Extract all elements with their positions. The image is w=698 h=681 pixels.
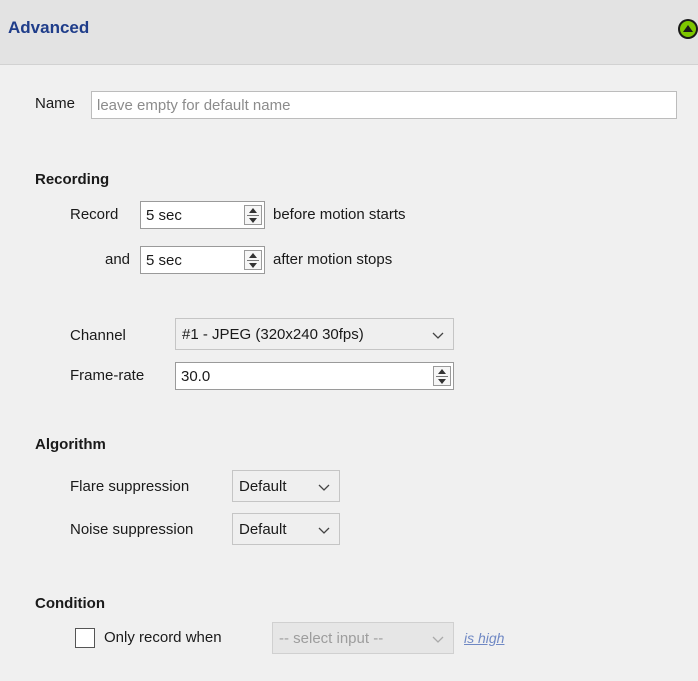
- pre-record-spinner[interactable]: 5 sec: [140, 201, 265, 229]
- noise-label: Noise suppression: [70, 521, 194, 538]
- pre-record-value: 5 sec: [146, 207, 182, 224]
- and-label: and: [105, 251, 131, 268]
- chevron-down-icon: [432, 636, 444, 643]
- flare-label: Flare suppression: [70, 478, 190, 495]
- algorithm-heading: Algorithm: [35, 436, 106, 453]
- chevron-down-icon: [318, 484, 330, 491]
- section-title: Advanced: [8, 18, 90, 37]
- chevron-down-icon: [318, 527, 330, 534]
- flare-value: Default: [239, 478, 287, 495]
- channel-label: Channel: [70, 327, 126, 344]
- is-high-link[interactable]: is high: [464, 628, 504, 648]
- chevron-down-icon: [432, 332, 444, 339]
- flare-select[interactable]: Default: [232, 470, 340, 502]
- only-record-label[interactable]: Only record when: [104, 628, 222, 648]
- framerate-spinner[interactable]: 30.0: [175, 362, 454, 390]
- input-select-value: -- select input --: [279, 630, 384, 647]
- noise-select[interactable]: Default: [232, 513, 340, 545]
- condition-heading: Condition: [35, 595, 105, 612]
- name-input[interactable]: [91, 91, 677, 119]
- channel-select[interactable]: #1 - JPEG (320x240 30fps): [175, 318, 454, 350]
- spin-arrows-icon[interactable]: [244, 205, 262, 225]
- record-label: Record: [70, 206, 119, 223]
- post-record-suffix: after motion stops: [273, 251, 393, 268]
- spin-arrows-icon[interactable]: [433, 366, 451, 386]
- post-record-value: 5 sec: [146, 252, 182, 269]
- framerate-value: 30.0: [181, 368, 211, 385]
- name-label: Name: [35, 95, 76, 112]
- channel-value: #1 - JPEG (320x240 30fps): [182, 326, 364, 343]
- framerate-label: Frame-rate: [70, 367, 145, 384]
- spin-arrows-icon[interactable]: [244, 250, 262, 270]
- collapse-up-icon[interactable]: [677, 18, 698, 40]
- pre-record-suffix: before motion starts: [273, 206, 406, 223]
- advanced-section-header[interactable]: Advanced: [0, 0, 698, 65]
- only-record-checkbox[interactable]: [75, 628, 95, 648]
- noise-value: Default: [239, 521, 287, 538]
- post-record-spinner[interactable]: 5 sec: [140, 246, 265, 274]
- input-select: -- select input --: [272, 622, 454, 654]
- recording-heading: Recording: [35, 171, 110, 188]
